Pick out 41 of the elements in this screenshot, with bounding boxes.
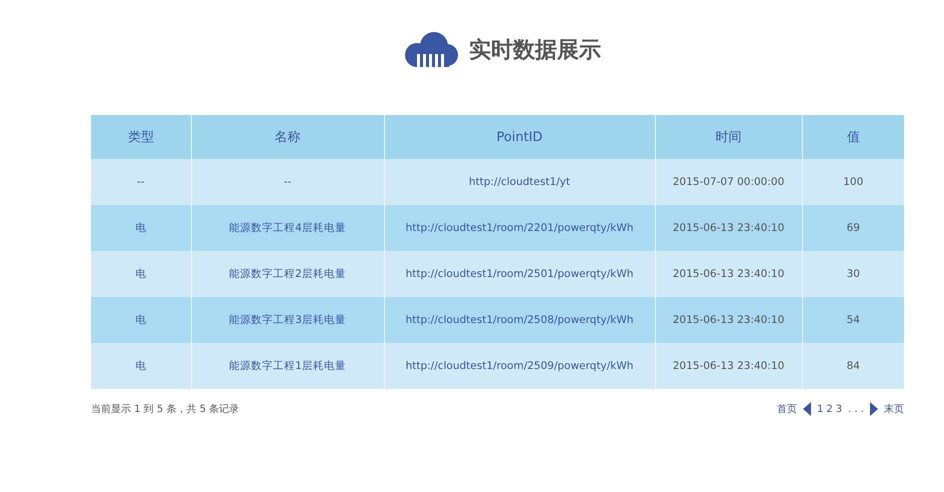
column-header: 名称	[191, 115, 384, 159]
last-page-link[interactable]: 末页	[884, 402, 904, 416]
table-cell: http://cloudtest1/yt	[468, 176, 570, 188]
next-arrow-icon[interactable]	[870, 402, 878, 416]
column-header: 值	[802, 115, 904, 159]
table-cell: 电	[135, 222, 146, 234]
table-cell: 2015-06-13 23:40:10	[672, 360, 784, 372]
previous-arrow-icon[interactable]	[802, 402, 811, 416]
first-page-link[interactable]: 首页	[776, 402, 797, 416]
page-link[interactable]: 2	[826, 404, 833, 414]
table-cell: 2015-06-13 23:40:10	[672, 222, 784, 234]
table-cell: 能源数字工程4层耗电量	[229, 222, 346, 234]
record-summary: 当前显示 1 到 5 条，共 5 条记录	[91, 402, 240, 416]
table-cell: 能源数字工程1层耗电量	[229, 360, 346, 372]
column-header: 时间	[655, 115, 802, 159]
page-link[interactable]: 1	[816, 404, 824, 414]
table-cell: 2015-07-07 00:00:00	[672, 176, 784, 188]
table-cell: --	[284, 176, 292, 188]
table-cell: http://cloudtest1/room/2509/powerqty/kWh	[406, 360, 634, 372]
cloud-logo-icon	[403, 31, 459, 69]
table-cell: 电	[135, 314, 146, 326]
table-cell: 2015-06-13 23:40:10	[672, 268, 784, 280]
column-header: 类型	[91, 115, 191, 159]
table-cell: 54	[846, 314, 860, 326]
table-cell: 能源数字工程2层耗电量	[229, 268, 346, 280]
table-cell: http://cloudtest1/room/2508/powerqty/kWh	[406, 314, 634, 326]
table-cell: 84	[846, 360, 860, 372]
table-cell: --	[136, 176, 145, 188]
table-cell: 100	[843, 176, 864, 188]
table-cell: 能源数字工程3层耗电量	[229, 314, 346, 326]
table-cell: 电	[135, 268, 146, 280]
ellipsis: . . .	[848, 404, 864, 414]
table-cell: 30	[846, 268, 860, 280]
table-cell: http://cloudtest1/room/2501/powerqty/kWh	[406, 268, 634, 280]
column-header: PointID	[384, 115, 655, 159]
table-cell: http://cloudtest1/room/2201/powerqty/kWh	[406, 222, 634, 234]
table-cell: 2015-06-13 23:40:10	[672, 314, 784, 326]
page-link[interactable]: 3	[836, 404, 842, 414]
page-title: 实时数据展示	[469, 37, 601, 65]
table-cell: 电	[135, 360, 146, 372]
table-cell: 69	[846, 222, 860, 234]
